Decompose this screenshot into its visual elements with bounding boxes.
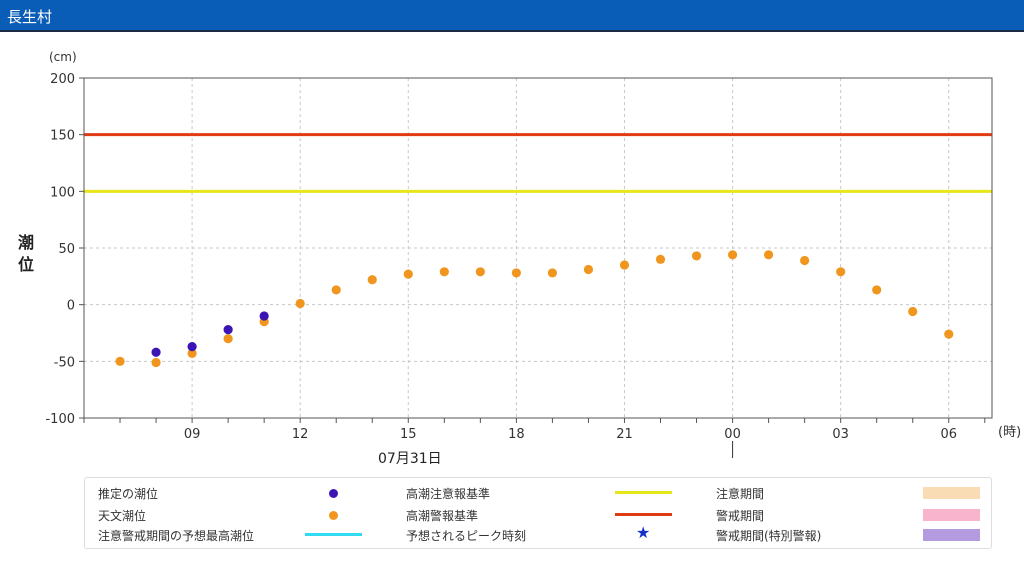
x-axis-ticks: 09 12 15 18 21 00 03 06 xyxy=(83,418,986,442)
data-point xyxy=(619,260,630,270)
x-tick-label: 15 xyxy=(400,427,417,442)
data-point xyxy=(151,347,161,357)
data-point xyxy=(151,357,161,368)
data-point xyxy=(187,342,197,352)
legend-advisory-std-label: 高潮注意報基準 xyxy=(406,487,491,501)
astronomical-dot-icon xyxy=(329,511,338,520)
x-unit-label: (時) xyxy=(998,425,1021,440)
y-axis-label-2: 位 xyxy=(18,255,34,274)
legend-peak-time-label: 予想されるピーク時刻 xyxy=(406,529,527,543)
data-point xyxy=(115,356,125,366)
legend-predicted-max-label: 注意警戒期間の予想最高潮位 xyxy=(98,529,255,543)
grid-lines xyxy=(84,78,992,418)
data-point xyxy=(583,264,594,275)
data-point xyxy=(223,334,233,344)
y-tick-label: 150 xyxy=(50,129,75,144)
data-point xyxy=(259,311,269,321)
x-tick-label: 21 xyxy=(616,427,633,442)
data-point xyxy=(295,298,305,309)
x-tick-label: 03 xyxy=(832,427,849,442)
warning-period-swatch-icon xyxy=(923,509,980,521)
y-tick-label: 200 xyxy=(50,72,75,87)
y-axis-ticks: 200 150 100 50 0 -50 -100 xyxy=(45,72,84,427)
data-point xyxy=(439,267,449,277)
data-point xyxy=(511,268,521,278)
x-tick-label: 09 xyxy=(184,427,201,442)
plot-frame xyxy=(83,77,993,419)
advisory-period-swatch-icon xyxy=(923,487,980,499)
data-point xyxy=(800,255,810,266)
data-points xyxy=(115,250,954,368)
title-bar: 長生村 xyxy=(0,0,1024,32)
special-period-swatch-icon xyxy=(923,529,980,541)
data-point xyxy=(872,285,882,295)
data-point xyxy=(727,250,738,260)
data-point xyxy=(836,267,846,277)
data-point xyxy=(547,268,558,278)
data-point xyxy=(223,325,233,335)
data-point xyxy=(475,267,485,277)
legend-special-period-label: 警戒期間(特別警報) xyxy=(716,529,822,543)
data-point xyxy=(764,250,774,260)
data-point xyxy=(944,329,954,339)
y-tick-label: -100 xyxy=(45,412,75,427)
legend-warning-period-label: 警戒期間 xyxy=(716,509,765,523)
location-title: 長生村 xyxy=(7,8,53,26)
predicted-max-line-icon xyxy=(305,533,362,536)
x-tick-label: 06 xyxy=(940,427,957,442)
x-tick-label: 18 xyxy=(508,427,525,442)
legend: 推定の潮位 天文潮位 注意警戒期間の予想最高潮位 高潮注意報基準 高潮警報基準 … xyxy=(84,477,992,549)
warning-std-line-icon xyxy=(615,513,672,516)
threshold-lines xyxy=(84,133,992,193)
estimated-dot-icon xyxy=(329,489,338,498)
legend-astronomical-label: 天文潮位 xyxy=(98,509,147,523)
y-tick-label: 0 xyxy=(67,299,75,314)
y-unit-label: (cm) xyxy=(49,50,77,64)
date-label: 07月31日 xyxy=(378,451,442,467)
y-tick-label: 50 xyxy=(58,242,75,257)
data-point xyxy=(908,306,918,317)
data-point xyxy=(655,254,666,264)
data-point xyxy=(331,285,341,295)
peak-star-icon: ★ xyxy=(636,523,651,542)
x-tick-label: 12 xyxy=(292,427,309,442)
x-tick-label: 00 xyxy=(724,427,741,442)
y-tick-label: -50 xyxy=(54,355,75,370)
advisory-std-line-icon xyxy=(615,491,672,494)
data-point xyxy=(367,275,377,285)
y-axis-label-1: 潮 xyxy=(18,233,34,252)
legend-warning-std-label: 高潮警報基準 xyxy=(406,509,479,523)
legend-advisory-period-label: 注意期間 xyxy=(716,487,765,501)
data-point xyxy=(691,251,702,261)
y-tick-label: 100 xyxy=(50,185,75,200)
legend-estimated-label: 推定の潮位 xyxy=(98,487,159,501)
data-point xyxy=(403,269,413,279)
tide-chart: 200 150 100 50 0 -50 -100 09 12 15 18 21 00 03 06 (cm… xyxy=(18,50,1021,467)
